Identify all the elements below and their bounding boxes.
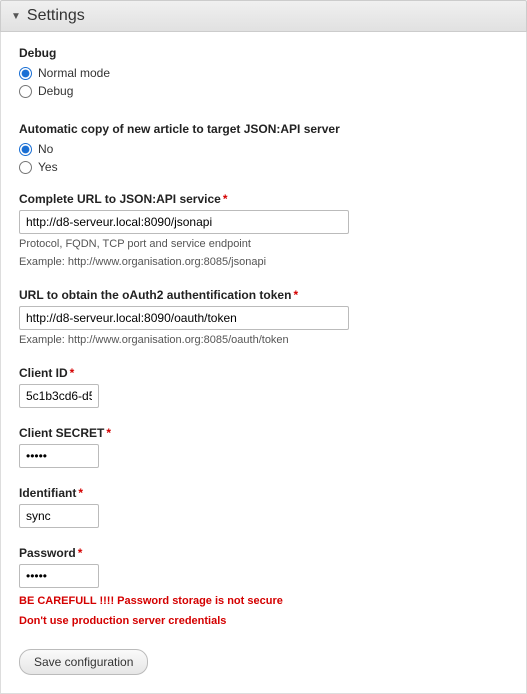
debug-radio-normal-label: Normal mode (38, 66, 110, 80)
save-configuration-button[interactable]: Save configuration (19, 649, 148, 675)
autocopy-radio-no[interactable] (19, 143, 32, 156)
url-service-label: Complete URL to JSON:API service* (19, 192, 508, 206)
autocopy-radio-yes-label: Yes (38, 160, 58, 174)
client-id-label: Client ID* (19, 366, 508, 380)
autocopy-radio-no-label: No (38, 142, 53, 156)
identifiant-input[interactable] (19, 504, 99, 528)
url-service-help2: Example: http://www.organisation.org:808… (19, 255, 508, 270)
client-id-input[interactable] (19, 384, 99, 408)
collapse-icon: ▼ (11, 11, 21, 22)
password-input[interactable] (19, 564, 99, 588)
password-warning-2: Don't use production server credentials (19, 614, 508, 629)
url-oauth-help: Example: http://www.organisation.org:808… (19, 333, 508, 348)
panel-title: Settings (27, 7, 85, 25)
debug-radio-debug-label: Debug (38, 84, 73, 98)
autocopy-radio-yes[interactable] (19, 161, 32, 174)
url-service-input[interactable] (19, 210, 349, 234)
identifiant-label: Identifiant* (19, 486, 508, 500)
debug-option-normal[interactable]: Normal mode (19, 66, 508, 80)
client-secret-input[interactable] (19, 444, 99, 468)
url-service-help1: Protocol, FQDN, TCP port and service end… (19, 237, 508, 252)
client-secret-label: Client SECRET* (19, 426, 508, 440)
url-oauth-input[interactable] (19, 306, 349, 330)
debug-option-debug[interactable]: Debug (19, 84, 508, 98)
autocopy-group-label: Automatic copy of new article to target … (19, 122, 508, 136)
autocopy-option-no[interactable]: No (19, 142, 508, 156)
debug-radio-debug[interactable] (19, 85, 32, 98)
debug-group-label: Debug (19, 46, 508, 60)
password-warning-1: BE CAREFULL !!!! Password storage is not… (19, 594, 508, 609)
settings-panel-body: Debug Normal mode Debug Automatic copy o… (0, 32, 527, 694)
debug-radio-normal[interactable] (19, 67, 32, 80)
settings-panel-header[interactable]: ▼ Settings (0, 0, 527, 32)
autocopy-option-yes[interactable]: Yes (19, 160, 508, 174)
url-oauth-label: URL to obtain the oAuth2 authentificatio… (19, 288, 508, 302)
